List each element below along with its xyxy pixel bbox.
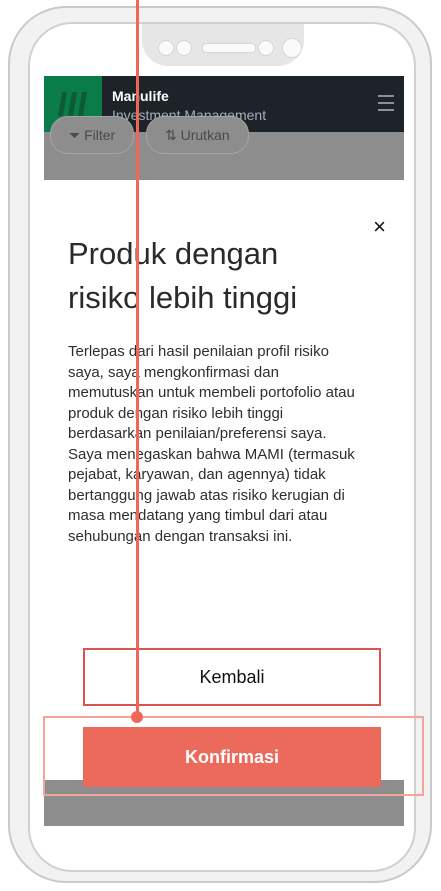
target-highlight <box>43 716 424 796</box>
pointer-dot <box>131 711 143 723</box>
sort-icon: ⇅ <box>165 127 181 143</box>
sort-button[interactable]: ⇅ Urutkan <box>146 116 249 154</box>
hamburger-menu-icon[interactable] <box>378 95 394 111</box>
pointer-line <box>136 0 139 716</box>
dialog-title: Produk dengan risiko lebih tinggi <box>68 236 298 315</box>
brand-name: Manulife <box>112 88 169 104</box>
phone-notch <box>142 24 304 66</box>
filter-icon: ⏷ <box>69 127 85 143</box>
dialog-body: Terlepas dari hasil penilaian profil ris… <box>68 343 355 545</box>
back-button[interactable]: Kembali <box>83 648 381 706</box>
filter-button[interactable]: ⏷ Filter <box>50 116 135 154</box>
close-icon[interactable]: × <box>373 214 386 240</box>
